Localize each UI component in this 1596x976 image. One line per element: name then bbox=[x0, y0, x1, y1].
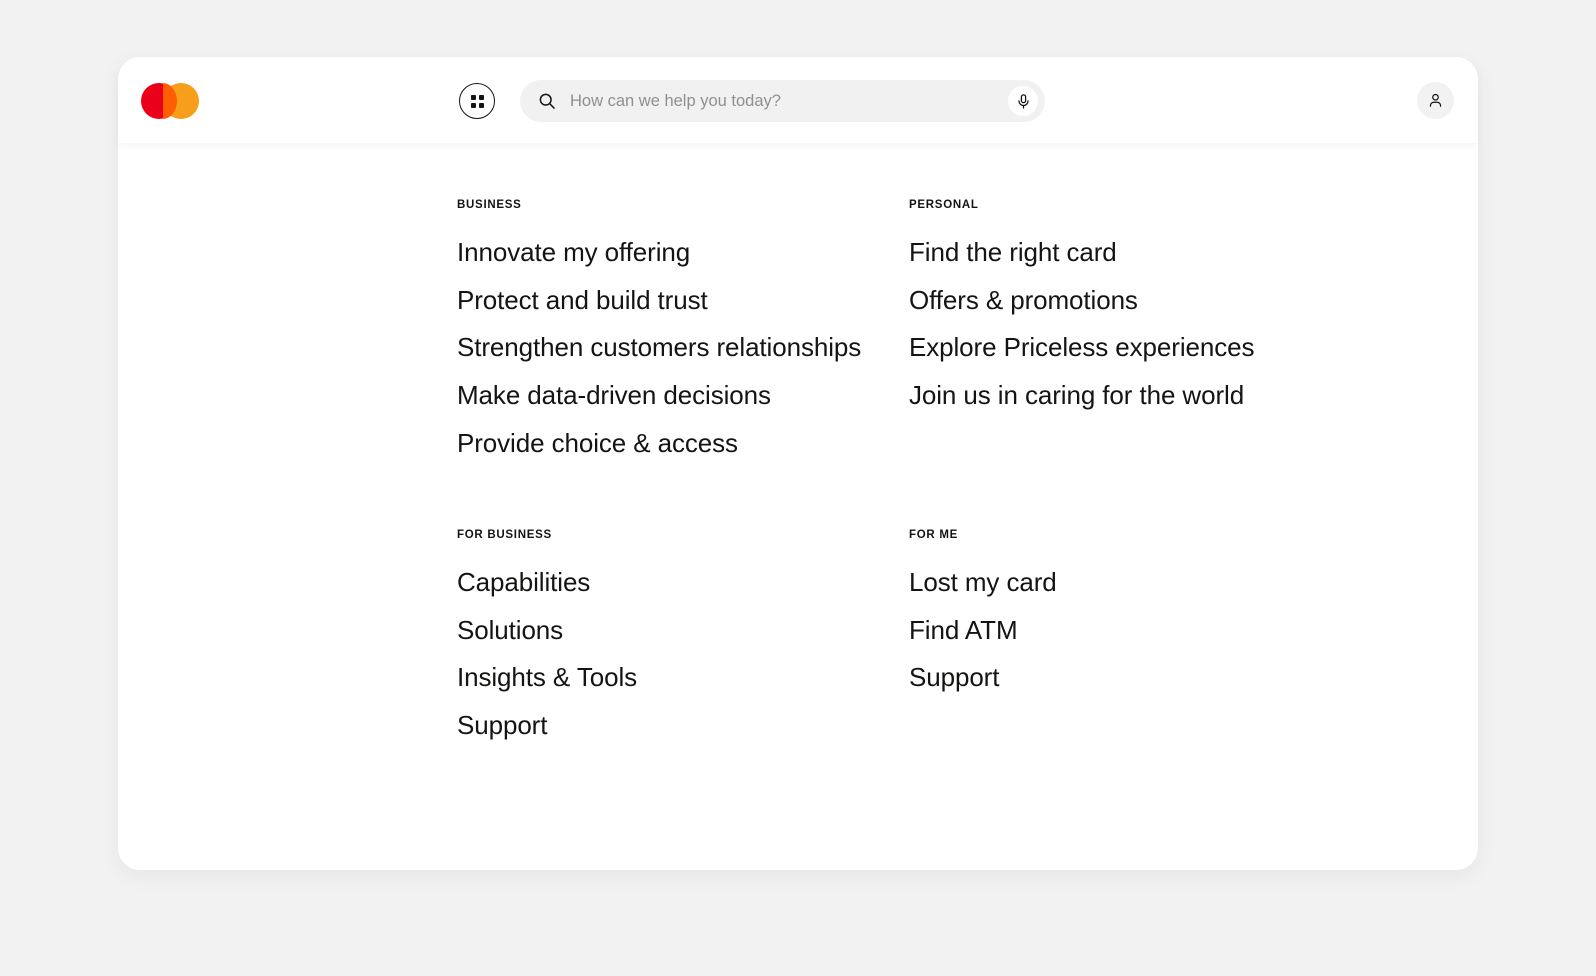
menu-item-solutions[interactable]: Solutions bbox=[457, 606, 563, 654]
list-item: Make data-driven decisions bbox=[457, 372, 909, 420]
menu-item-insights-and-tools[interactable]: Insights & Tools bbox=[457, 654, 637, 702]
grid-icon bbox=[470, 94, 484, 108]
list-item: Join us in caring for the world bbox=[909, 372, 1397, 420]
list-item: Lost my card bbox=[909, 558, 1397, 606]
grid-dot bbox=[478, 102, 484, 108]
mega-menu: BUSINESS Innovate my offering Protect an… bbox=[118, 143, 1478, 870]
menu-item-find-the-right-card[interactable]: Find the right card bbox=[909, 229, 1117, 277]
grid-dot bbox=[478, 94, 484, 100]
menu-list-for-me: Lost my card Find ATM Support bbox=[909, 558, 1397, 701]
list-item: Innovate my offering bbox=[457, 229, 909, 277]
list-item: Find ATM bbox=[909, 606, 1397, 654]
grid-dot bbox=[470, 102, 476, 108]
menu-item-find-atm[interactable]: Find ATM bbox=[909, 606, 1018, 654]
list-item: Offers & promotions bbox=[909, 276, 1397, 324]
menu-list-personal: Find the right card Offers & promotions … bbox=[909, 229, 1397, 420]
menu-list-for-business: Capabilities Solutions Insights & Tools … bbox=[457, 558, 909, 749]
search-icon bbox=[539, 93, 555, 109]
search-bar[interactable] bbox=[520, 80, 1045, 122]
menu-column-for-business: FOR BUSINESS Capabilities Solutions Insi… bbox=[457, 528, 909, 749]
menu-column-personal: PERSONAL Find the right card Offers & pr… bbox=[909, 199, 1397, 467]
menu-item-explore-priceless-experiences[interactable]: Explore Priceless experiences bbox=[909, 324, 1254, 372]
menu-column-business: BUSINESS Innovate my offering Protect an… bbox=[457, 199, 909, 467]
nav-panel: BUSINESS Innovate my offering Protect an… bbox=[118, 57, 1478, 870]
list-item: Insights & Tools bbox=[457, 654, 909, 702]
menu-item-lost-my-card[interactable]: Lost my card bbox=[909, 558, 1057, 606]
menu-item-protect-and-build-trust[interactable]: Protect and build trust bbox=[457, 276, 708, 324]
column-heading-business: BUSINESS bbox=[457, 199, 522, 211]
column-heading-for-me: FOR ME bbox=[909, 528, 959, 541]
menu-item-provide-choice-and-access[interactable]: Provide choice & access bbox=[457, 419, 738, 467]
menu-item-innovate-my-offering[interactable]: Innovate my offering bbox=[457, 229, 690, 277]
list-item: Support bbox=[909, 654, 1397, 702]
menu-item-capabilities[interactable]: Capabilities bbox=[457, 558, 590, 606]
mastercard-logo[interactable] bbox=[141, 83, 211, 119]
page-root: BUSINESS Innovate my offering Protect an… bbox=[0, 0, 1596, 976]
microphone-button[interactable] bbox=[1008, 86, 1038, 116]
list-item: Find the right card bbox=[909, 229, 1397, 277]
apps-grid-button[interactable] bbox=[459, 83, 495, 119]
menu-item-support-business[interactable]: Support bbox=[457, 701, 547, 749]
microphone-icon bbox=[1017, 93, 1029, 109]
search-input[interactable] bbox=[570, 91, 1008, 111]
list-item: Solutions bbox=[457, 606, 909, 654]
person-icon bbox=[1429, 93, 1442, 107]
list-item: Strengthen customers relationships bbox=[457, 324, 909, 372]
list-item: Explore Priceless experiences bbox=[909, 324, 1397, 372]
list-item: Provide choice & access bbox=[457, 419, 909, 467]
grid-dot bbox=[470, 94, 476, 100]
menu-item-join-us-in-caring-for-the-world[interactable]: Join us in caring for the world bbox=[909, 372, 1244, 420]
list-item: Support bbox=[457, 701, 909, 749]
menu-column-for-me: FOR ME Lost my card Find ATM Support bbox=[909, 528, 1397, 749]
list-item: Capabilities bbox=[457, 558, 909, 606]
column-heading-personal: PERSONAL bbox=[909, 199, 979, 211]
menu-item-support-personal[interactable]: Support bbox=[909, 654, 999, 702]
menu-columns: BUSINESS Innovate my offering Protect an… bbox=[457, 199, 1397, 749]
menu-item-offers-and-promotions[interactable]: Offers & promotions bbox=[909, 276, 1138, 324]
menu-item-make-data-driven-decisions[interactable]: Make data-driven decisions bbox=[457, 372, 771, 420]
list-item: Protect and build trust bbox=[457, 276, 909, 324]
menu-item-strengthen-customers-relationships[interactable]: Strengthen customers relationships bbox=[457, 324, 861, 372]
account-button[interactable] bbox=[1417, 82, 1454, 119]
site-header bbox=[118, 57, 1478, 143]
menu-list-business: Innovate my offering Protect and build t… bbox=[457, 229, 909, 467]
column-heading-for-business: FOR BUSINESS bbox=[457, 528, 552, 541]
